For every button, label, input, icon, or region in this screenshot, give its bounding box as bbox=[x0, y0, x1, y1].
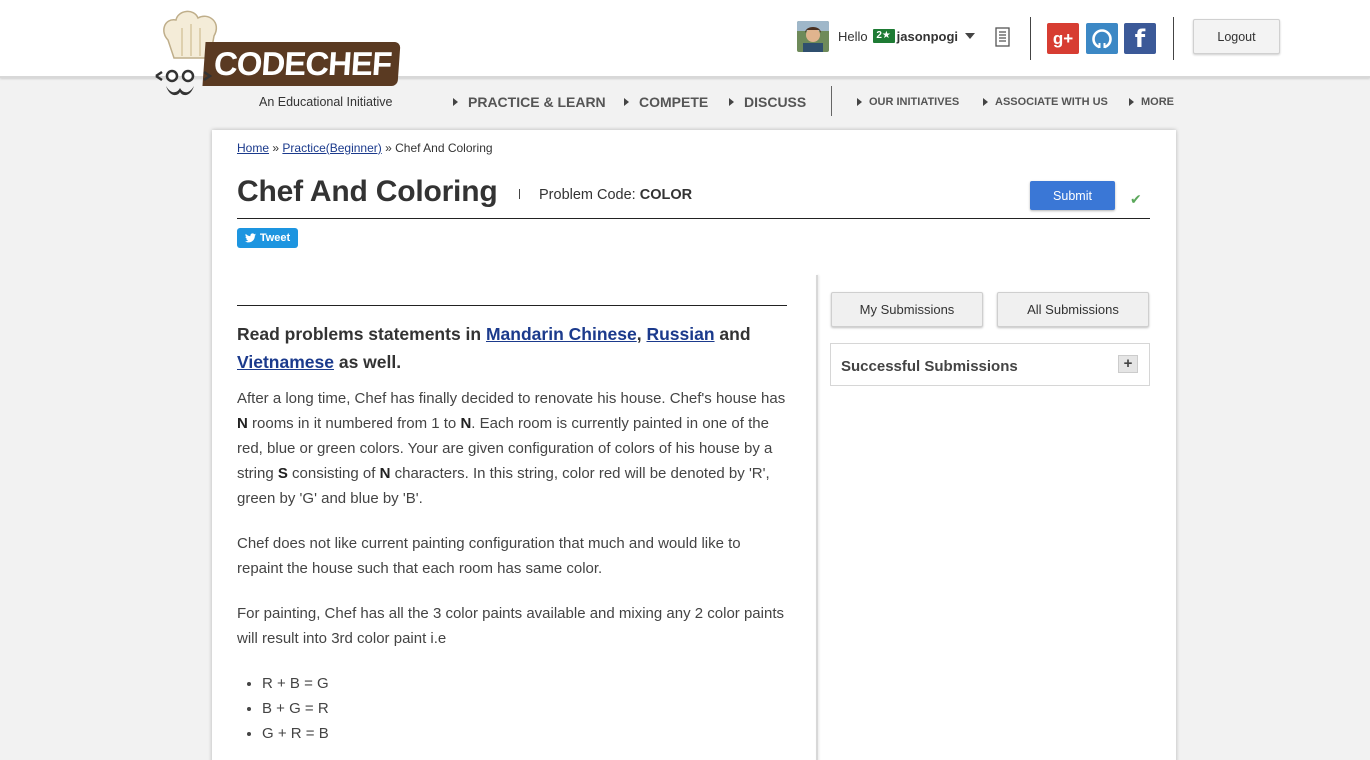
statement-rule bbox=[237, 305, 787, 306]
caret-right-icon bbox=[729, 98, 734, 106]
expand-icon[interactable]: + bbox=[1118, 355, 1138, 373]
breadcrumb-home-link[interactable]: Home bbox=[237, 141, 269, 155]
header-divider bbox=[1030, 17, 1031, 60]
chevron-down-icon[interactable] bbox=[965, 33, 976, 39]
list-item: B + G = R bbox=[262, 696, 787, 721]
google-plus-icon[interactable]: g+ bbox=[1047, 23, 1079, 54]
tweet-label: Tweet bbox=[259, 232, 291, 244]
avatar[interactable] bbox=[797, 20, 829, 52]
breadcrumb-separator: » bbox=[385, 141, 392, 155]
twitter-bird-icon bbox=[244, 233, 256, 243]
problem-code-value: COLOR bbox=[639, 187, 693, 203]
header-divider bbox=[1173, 17, 1174, 60]
nav-our-initiatives[interactable]: OUR INITIATIVES bbox=[857, 96, 959, 108]
greeting: Hello bbox=[838, 28, 868, 44]
nav-label: MORE bbox=[1141, 96, 1174, 108]
problem-statement: Read problems statements in Mandarin Chi… bbox=[237, 305, 787, 746]
github-icon[interactable] bbox=[1086, 23, 1118, 54]
username[interactable]: jasonpogi bbox=[897, 29, 958, 44]
nav-compete[interactable]: COMPETE bbox=[624, 94, 708, 110]
page-title: Chef And Coloring bbox=[237, 175, 498, 208]
russian-link[interactable]: Russian bbox=[646, 324, 714, 344]
caret-right-icon bbox=[624, 98, 629, 106]
nav-label: ASSOCIATE WITH US bbox=[995, 96, 1108, 108]
successful-submissions-title: Successful Submissions bbox=[841, 358, 1018, 375]
star-rating-badge: 2★ bbox=[872, 29, 895, 43]
statement-paragraph: Chef does not like current painting conf… bbox=[237, 535, 741, 577]
successful-submissions-panel[interactable]: Successful Submissions + bbox=[830, 343, 1150, 386]
title-rule bbox=[237, 218, 1150, 219]
nav-divider bbox=[831, 86, 832, 116]
and-text: and bbox=[719, 324, 751, 344]
column-divider bbox=[816, 275, 818, 760]
nav-more[interactable]: MORE bbox=[1129, 96, 1174, 108]
facebook-icon[interactable]: f bbox=[1124, 23, 1156, 54]
caret-right-icon bbox=[453, 98, 458, 106]
vietnamese-link[interactable]: Vietnamese bbox=[237, 352, 334, 372]
my-submissions-button[interactable]: My Submissions bbox=[831, 292, 983, 327]
nav-label: OUR INITIATIVES bbox=[869, 96, 960, 108]
document-icon[interactable] bbox=[995, 27, 1010, 47]
translations-prefix: Read problems statements in bbox=[237, 324, 482, 344]
caret-right-icon bbox=[857, 98, 862, 106]
codechef-logo[interactable]: CODECHEF An Educational Initiative bbox=[152, 10, 412, 112]
nav-label: DISCUSS bbox=[744, 94, 807, 110]
statement-paragraph: After a long time, Chef has finally deci… bbox=[237, 390, 786, 507]
translations-suffix: as well. bbox=[338, 352, 402, 372]
tweet-button[interactable]: Tweet bbox=[237, 228, 298, 248]
submit-button[interactable]: Submit bbox=[1030, 181, 1115, 210]
nav-discuss[interactable]: DISCUSS bbox=[729, 94, 806, 110]
translations-heading: Read problems statements in Mandarin Chi… bbox=[237, 320, 787, 376]
breadcrumb-current: Chef And Coloring bbox=[395, 141, 493, 155]
nav-label: PRACTICE & LEARN bbox=[468, 94, 606, 110]
statement-paragraph: For painting, Chef has all the 3 color p… bbox=[237, 605, 784, 647]
problem-card: Home » Practice(Beginner) » Chef And Col… bbox=[212, 130, 1176, 760]
breadcrumb-separator: » bbox=[272, 141, 280, 155]
chef-face-icon bbox=[155, 69, 213, 96]
logout-button[interactable]: Logout bbox=[1193, 19, 1280, 54]
mandarin-chinese-link[interactable]: Mandarin Chinese bbox=[486, 324, 637, 344]
problem-code: Problem Code: COLOR bbox=[539, 187, 692, 203]
all-submissions-button[interactable]: All Submissions bbox=[997, 292, 1149, 327]
title-divider bbox=[519, 189, 520, 199]
checkmark-icon: ✔ bbox=[1130, 191, 1142, 207]
nav-label: COMPETE bbox=[639, 94, 709, 110]
logo-tagline: An Educational Initiative bbox=[259, 95, 393, 109]
user-menu[interactable]: Hello 2★ jasonpogi bbox=[797, 20, 976, 52]
logo-wordmark: CODECHEF bbox=[202, 42, 401, 86]
list-item: R + B = G bbox=[262, 671, 787, 696]
nav-practice-learn[interactable]: PRACTICE & LEARN bbox=[453, 94, 606, 110]
color-rules-list: R + B = G B + G = R G + R = B bbox=[237, 671, 787, 746]
comma-text: , bbox=[636, 324, 642, 344]
caret-right-icon bbox=[1129, 98, 1134, 106]
problem-code-label: Problem Code: bbox=[539, 187, 636, 203]
list-item: G + R = B bbox=[262, 721, 787, 746]
nav-associate-with-us[interactable]: ASSOCIATE WITH US bbox=[983, 96, 1108, 108]
breadcrumb-practice-link[interactable]: Practice(Beginner) bbox=[282, 141, 381, 155]
caret-right-icon bbox=[983, 98, 988, 106]
breadcrumb: Home » Practice(Beginner) » Chef And Col… bbox=[237, 141, 493, 155]
